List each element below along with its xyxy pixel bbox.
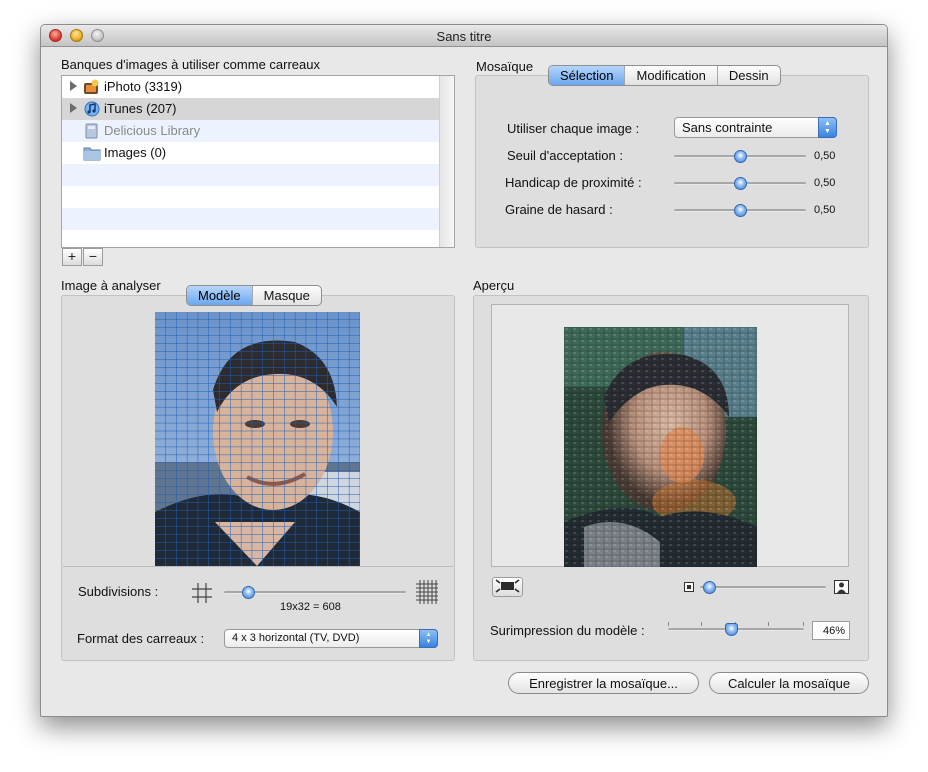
slider-track — [700, 586, 826, 589]
sources-empty-row — [62, 208, 440, 230]
zoom-out-icon — [684, 582, 694, 592]
threshold-value: 0,50 — [814, 150, 836, 162]
sources-empty-row — [62, 164, 440, 186]
mosaic-tabs[interactable]: Sélection Modification Dessin — [548, 65, 781, 86]
sources-item-label: Images (0) — [104, 145, 167, 160]
slider-tick — [668, 622, 669, 626]
disclosure-triangle-icon[interactable] — [70, 81, 77, 91]
subdivisions-value: 19x32 = 608 — [280, 601, 341, 613]
tab-selection[interactable]: Sélection — [549, 66, 625, 85]
sources-empty-row — [62, 186, 440, 208]
use-each-image-label: Utiliser chaque image : — [507, 121, 640, 136]
overlay-slider[interactable] — [668, 622, 804, 636]
add-source-button[interactable]: + — [62, 248, 82, 266]
save-mosaic-button[interactable]: Enregistrer la mosaïque... — [508, 672, 699, 694]
subdivisions-slider[interactable] — [224, 585, 406, 599]
zoom-in-icon — [834, 580, 849, 594]
threshold-slider[interactable] — [674, 149, 806, 163]
slider-knob[interactable] — [734, 204, 747, 217]
sources-scrollbar[interactable] — [439, 76, 454, 247]
preview-heading: Aperçu — [473, 278, 515, 293]
compute-mosaic-button[interactable]: Calculer la mosaïque — [709, 672, 869, 694]
disclosure-triangle-icon[interactable] — [70, 103, 77, 113]
analysis-heading: Image à analyser — [61, 278, 161, 293]
slider-knob[interactable] — [702, 581, 716, 594]
proximity-slider[interactable] — [674, 176, 806, 190]
slider-tick — [768, 622, 769, 626]
popup-arrows-icon: ▲ ▼ — [419, 629, 438, 648]
fullscreen-icon — [495, 579, 520, 593]
itunes-icon — [84, 101, 100, 117]
mosaic-heading: Mosaïque — [476, 59, 534, 74]
sources-item-images[interactable]: Images (0) — [62, 142, 440, 164]
mosaic-preview-image[interactable] — [564, 327, 757, 567]
subdivisions-label: Subdivisions : — [78, 584, 159, 599]
sources-item-iphoto[interactable]: iPhoto (3319) — [62, 76, 440, 98]
sources-item-label: iPhoto (3319) — [104, 79, 183, 94]
fine-grid-icon — [416, 580, 438, 604]
folder-icon — [83, 147, 101, 161]
slider-tick — [701, 622, 702, 626]
delicious-library-icon — [85, 123, 98, 139]
use-each-image-popup[interactable]: Sans contrainte ▲ ▼ — [674, 117, 837, 138]
preview-zoom-slider[interactable] — [700, 580, 826, 594]
tab-modification[interactable]: Modification — [624, 66, 716, 85]
tab-dessin[interactable]: Dessin — [716, 66, 780, 85]
remove-source-button[interactable]: − — [83, 248, 103, 266]
model-photo — [155, 312, 360, 566]
fullscreen-button[interactable] — [492, 577, 523, 597]
analysis-tabs[interactable]: Modèle Masque — [186, 285, 322, 306]
tile-format-label: Format des carreaux : — [77, 631, 205, 646]
sources-item-itunes[interactable]: iTunes (207) — [62, 98, 440, 120]
sources-item-label: iTunes (207) — [104, 101, 177, 116]
iphoto-icon — [84, 79, 99, 94]
slider-tick — [803, 622, 804, 626]
coarse-grid-icon — [192, 583, 212, 603]
seed-value: 0,50 — [814, 204, 836, 216]
threshold-label: Seuil d'acceptation : — [507, 148, 623, 163]
slider-knob[interactable] — [734, 177, 747, 190]
mosaic-picture — [564, 327, 757, 567]
seed-slider[interactable] — [674, 203, 806, 217]
overlay-value-field[interactable]: 46% — [812, 621, 850, 640]
tile-format-popup[interactable]: 4 x 3 horizontal (TV, DVD) ▲ ▼ — [224, 629, 438, 648]
tile-format-value: 4 x 3 horizontal (TV, DVD) — [232, 632, 360, 644]
tab-masque[interactable]: Masque — [251, 286, 321, 305]
proximity-value: 0,50 — [814, 177, 836, 189]
popup-arrows-icon: ▲ ▼ — [818, 117, 837, 138]
slider-knob[interactable] — [734, 150, 747, 163]
proximity-label: Handicap de proximité : — [505, 175, 642, 190]
overlay-label: Surimpression du modèle : — [490, 623, 645, 638]
model-image[interactable] — [155, 312, 360, 566]
slider-knob[interactable] — [724, 623, 738, 636]
slider-knob[interactable] — [241, 586, 255, 599]
sources-item-label: Delicious Library — [104, 123, 201, 138]
tab-modele[interactable]: Modèle — [187, 286, 252, 305]
app-window: Sans titre Banques d'images à utiliser c… — [40, 24, 888, 717]
analysis-divider — [63, 566, 453, 567]
use-each-image-value: Sans contrainte — [682, 120, 773, 135]
sources-list[interactable]: iPhoto (3319) iTunes (207) Delicious Lib… — [61, 75, 455, 248]
seed-label: Graine de hasard : — [505, 202, 613, 217]
sources-empty-row — [62, 230, 440, 252]
window-title: Sans titre — [436, 29, 492, 44]
sources-heading: Banques d'images à utiliser comme carrea… — [61, 57, 320, 72]
sources-item-delicious-library[interactable]: Delicious Library — [62, 120, 440, 142]
title-bar: Sans titre — [41, 25, 887, 47]
